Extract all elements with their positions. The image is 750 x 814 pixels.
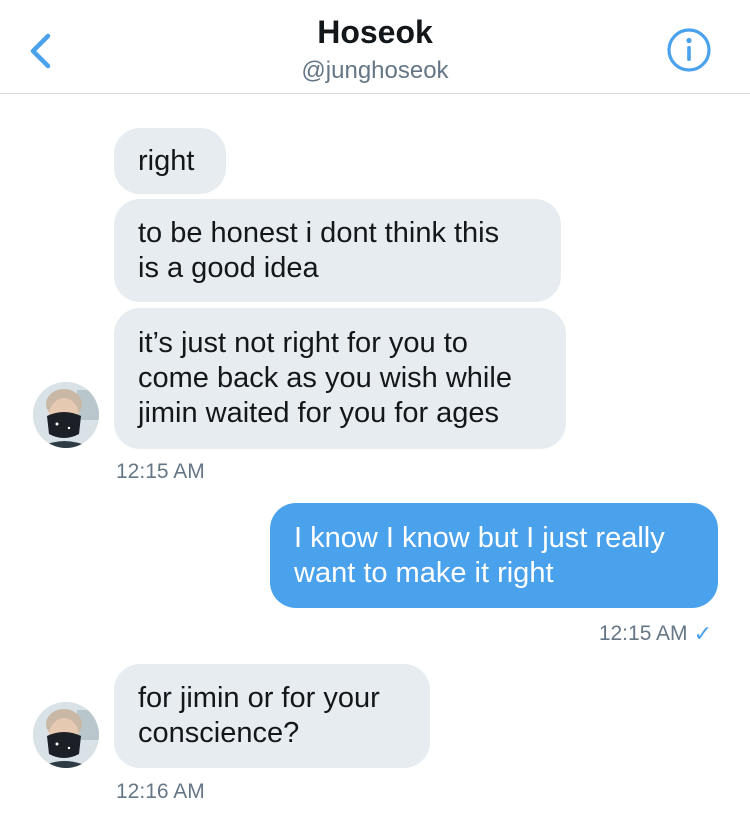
contact-handle[interactable]: @junghoseok — [0, 57, 750, 85]
received-message[interactable]: it’s just not right for you to come back… — [114, 308, 566, 449]
contact-name[interactable]: Hoseok — [0, 14, 750, 51]
sent-timestamp: 12:15 AM ✓ — [599, 621, 712, 647]
received-message[interactable]: to be honest i dont think this is a good… — [114, 199, 561, 302]
info-button[interactable] — [666, 27, 712, 73]
message-timestamp: 12:15 AM — [116, 460, 205, 483]
avatar-image — [33, 702, 99, 768]
checkmark-icon: ✓ — [693, 621, 712, 646]
info-icon — [667, 28, 711, 72]
message-text: I know I know but I just really want to … — [294, 521, 665, 589]
timestamp-text: 12:15 AM — [598, 622, 688, 645]
message-timestamp: 12:16 AM — [116, 780, 205, 803]
avatar[interactable] — [33, 382, 99, 448]
message-text: for jimin or for your conscience? — [138, 682, 380, 749]
message-text: right — [138, 144, 195, 177]
conversation-header: Hoseok @junghoseok — [0, 0, 750, 94]
message-text: to be honest i dont think this is a good… — [138, 216, 500, 284]
avatar[interactable] — [33, 702, 99, 768]
message-text: it’s just not right for you to come back… — [138, 327, 512, 429]
received-message[interactable]: for jimin or for your conscience? — [114, 664, 430, 768]
avatar-image — [33, 382, 99, 448]
received-message[interactable]: right — [114, 128, 226, 194]
sent-message[interactable]: I know I know but I just really want to … — [270, 503, 718, 608]
